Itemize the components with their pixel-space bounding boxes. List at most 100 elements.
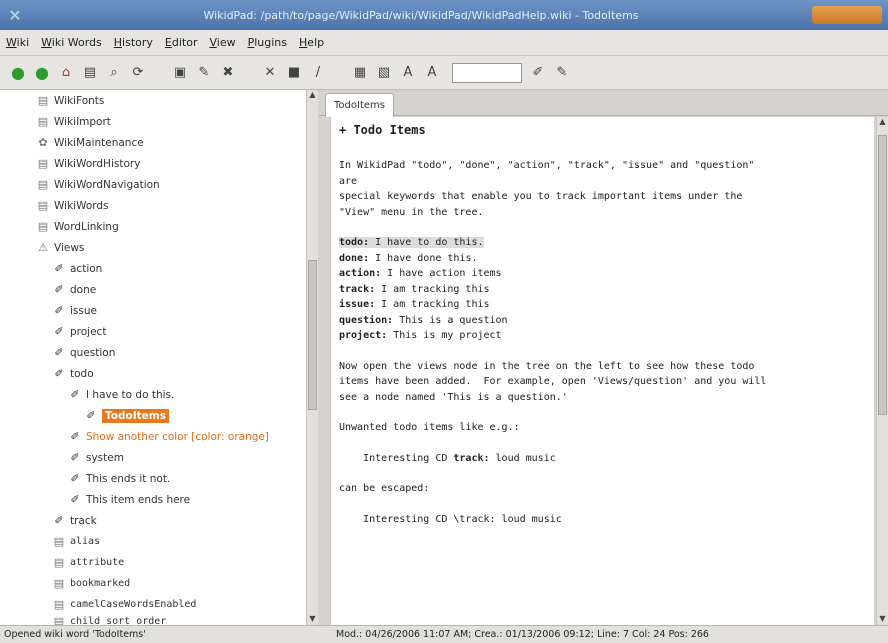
tree-item[interactable]: ✐ I have to do this. xyxy=(68,384,174,405)
new-icon[interactable]: ✎ xyxy=(194,63,214,83)
scroll-down-icon[interactable]: ▼ xyxy=(307,614,318,625)
page-icon: ▤ xyxy=(37,220,49,233)
tree-item[interactable]: ▤ WikiWords xyxy=(36,195,109,216)
tab-todoitems[interactable]: TodoItems xyxy=(325,93,394,117)
zoom-icon[interactable]: A xyxy=(422,63,442,83)
page-icon: ▤ xyxy=(37,157,49,170)
tree-item[interactable]: ▤ WikiWordNavigation xyxy=(36,174,160,195)
tree-item[interactable]: ▤ child_sort_order xyxy=(52,611,167,625)
issue-line: issue: I am tracking this xyxy=(339,299,866,315)
tree-item[interactable]: ▤ WikiWordHistory xyxy=(36,153,141,174)
window-controls[interactable] xyxy=(812,6,882,24)
editor-text-area[interactable]: + Todo Items In WikidPad "todo", "done",… xyxy=(330,117,874,625)
menu-wiki[interactable]: Wiki xyxy=(6,36,29,49)
tree-item[interactable]: ✐ done xyxy=(52,279,96,300)
tree-item[interactable]: ▤ attribute xyxy=(52,552,124,573)
toolbar-search-input[interactable] xyxy=(452,62,522,83)
pen-icon: ✐ xyxy=(54,262,64,275)
page-icon: ▤ xyxy=(53,535,65,548)
tree-item[interactable]: ✐ This ends it not. xyxy=(68,468,170,489)
todo-line: todo: I have to do this. xyxy=(339,237,866,253)
tree-item[interactable]: ▤ WikiImport xyxy=(36,111,111,132)
tree-item[interactable]: ✐ issue xyxy=(52,300,97,321)
find-icon[interactable]: A xyxy=(398,63,418,83)
keyword-text: This is a question xyxy=(393,314,508,326)
format-icon[interactable]: ▧ xyxy=(374,63,394,83)
menu-plugins[interactable]: Plugins xyxy=(248,36,287,49)
page-icon: ▤ xyxy=(37,115,49,128)
tree-item[interactable]: ✐ todo xyxy=(52,363,93,384)
menu-bar: Wiki Wiki Words History Editor View Plug… xyxy=(0,30,888,56)
pen-icon: ✐ xyxy=(70,430,80,443)
tree-item[interactable]: ✐ question xyxy=(52,342,115,363)
tree-item[interactable]: ✐ This item ends here xyxy=(68,489,190,510)
menu-view[interactable]: View xyxy=(209,36,235,49)
keyword-text: I am tracking this xyxy=(375,299,490,310)
tree-item[interactable]: ▤ alias xyxy=(52,531,100,552)
menu-editor[interactable]: Editor xyxy=(165,36,198,49)
editor-tab-bar: TodoItems xyxy=(319,90,888,117)
back-icon[interactable]: ● xyxy=(8,63,28,83)
save-icon[interactable]: ▣ xyxy=(170,63,190,83)
keyword: todo: xyxy=(339,237,370,248)
refresh-icon[interactable]: ⟳ xyxy=(128,63,148,83)
keyword: question: xyxy=(339,314,394,326)
tree-item[interactable]: ▤ WikiFonts xyxy=(36,90,105,111)
pen-icon: ✐ xyxy=(70,493,80,506)
tree-item[interactable]: ✐ track xyxy=(52,510,96,531)
keyword: project: xyxy=(339,330,388,341)
tree-item[interactable]: ▤ bookmarked xyxy=(52,573,130,594)
pen-icon: ✐ xyxy=(54,283,64,296)
search-icon[interactable]: ⌕ xyxy=(104,63,124,83)
tree-item[interactable]: ▤ WordLinking xyxy=(36,216,119,237)
tree-item-selected[interactable]: ✐ TodoItems xyxy=(84,405,169,426)
example-text: loud music xyxy=(489,452,556,464)
pen-icon: ✐ xyxy=(54,325,64,338)
close-icon[interactable]: ✕ xyxy=(0,6,30,25)
scroll-down-icon[interactable]: ▼ xyxy=(877,614,888,625)
page-icon: ▤ xyxy=(53,577,65,590)
italic-icon[interactable]: / xyxy=(308,63,328,83)
wiki-icon[interactable]: ✎ xyxy=(552,63,572,83)
wiki-tree[interactable]: ▤ WikiFonts ▤ WikiImport ✿ WikiMaintenance … xyxy=(0,90,318,625)
delete-icon[interactable]: ✖ xyxy=(218,63,238,83)
page-icon: ▤ xyxy=(53,598,65,611)
tree-item-views[interactable]: ⚠ Views xyxy=(36,237,84,258)
pen-icon[interactable]: ✐ xyxy=(528,63,548,83)
menu-help[interactable]: Help xyxy=(299,36,324,49)
text-line: special keywords that enable you to trac… xyxy=(339,191,743,202)
done-line: done: I have done this. xyxy=(339,253,866,269)
editor-scrollbar[interactable]: ▲ ▼ xyxy=(876,117,888,625)
cross-icon[interactable]: ✕ xyxy=(260,63,280,83)
keyword-text: I have action items xyxy=(381,268,502,279)
pen-icon: ✐ xyxy=(70,388,80,401)
bold-icon[interactable]: ■ xyxy=(284,63,304,83)
pen-icon: ✐ xyxy=(54,367,64,380)
pen-icon: ✐ xyxy=(70,451,80,464)
keyword-text: I have done this. xyxy=(369,252,478,264)
text-line: "View" menu in the tree. xyxy=(339,206,484,218)
pen-icon: ✐ xyxy=(54,346,64,359)
pages-icon[interactable]: ▤ xyxy=(80,63,100,83)
menu-wiki-words[interactable]: Wiki Words xyxy=(41,36,102,49)
text-line: Now open the views node in the tree on t… xyxy=(339,360,755,372)
tree-scrollbar[interactable]: ▲ ▼ xyxy=(306,90,318,625)
scroll-thumb[interactable] xyxy=(308,260,317,410)
tree-item[interactable]: ✐ system xyxy=(68,447,124,468)
scroll-up-icon[interactable]: ▲ xyxy=(307,90,318,101)
scroll-up-icon[interactable]: ▲ xyxy=(877,117,888,128)
keyword-text: I have to do this. xyxy=(369,237,484,248)
home-icon[interactable]: ⌂ xyxy=(56,63,76,83)
tree-item[interactable]: ✐ Show another color [color: orange] xyxy=(68,426,269,447)
menu-history[interactable]: History xyxy=(114,36,153,49)
keyword-text: I am tracking this xyxy=(375,283,490,295)
tree-item[interactable]: ✐ project xyxy=(52,321,106,342)
forward-icon[interactable]: ● xyxy=(32,63,52,83)
tree-item[interactable]: ✐ action xyxy=(52,258,102,279)
example-text: Interesting CD xyxy=(339,452,454,464)
heading-icon[interactable]: ▦ xyxy=(350,63,370,83)
scroll-thumb[interactable] xyxy=(878,135,887,415)
project-line: project: This is my project xyxy=(339,330,866,346)
tree-item[interactable]: ✿ WikiMaintenance xyxy=(36,132,143,153)
pen-icon: ✐ xyxy=(54,514,64,527)
